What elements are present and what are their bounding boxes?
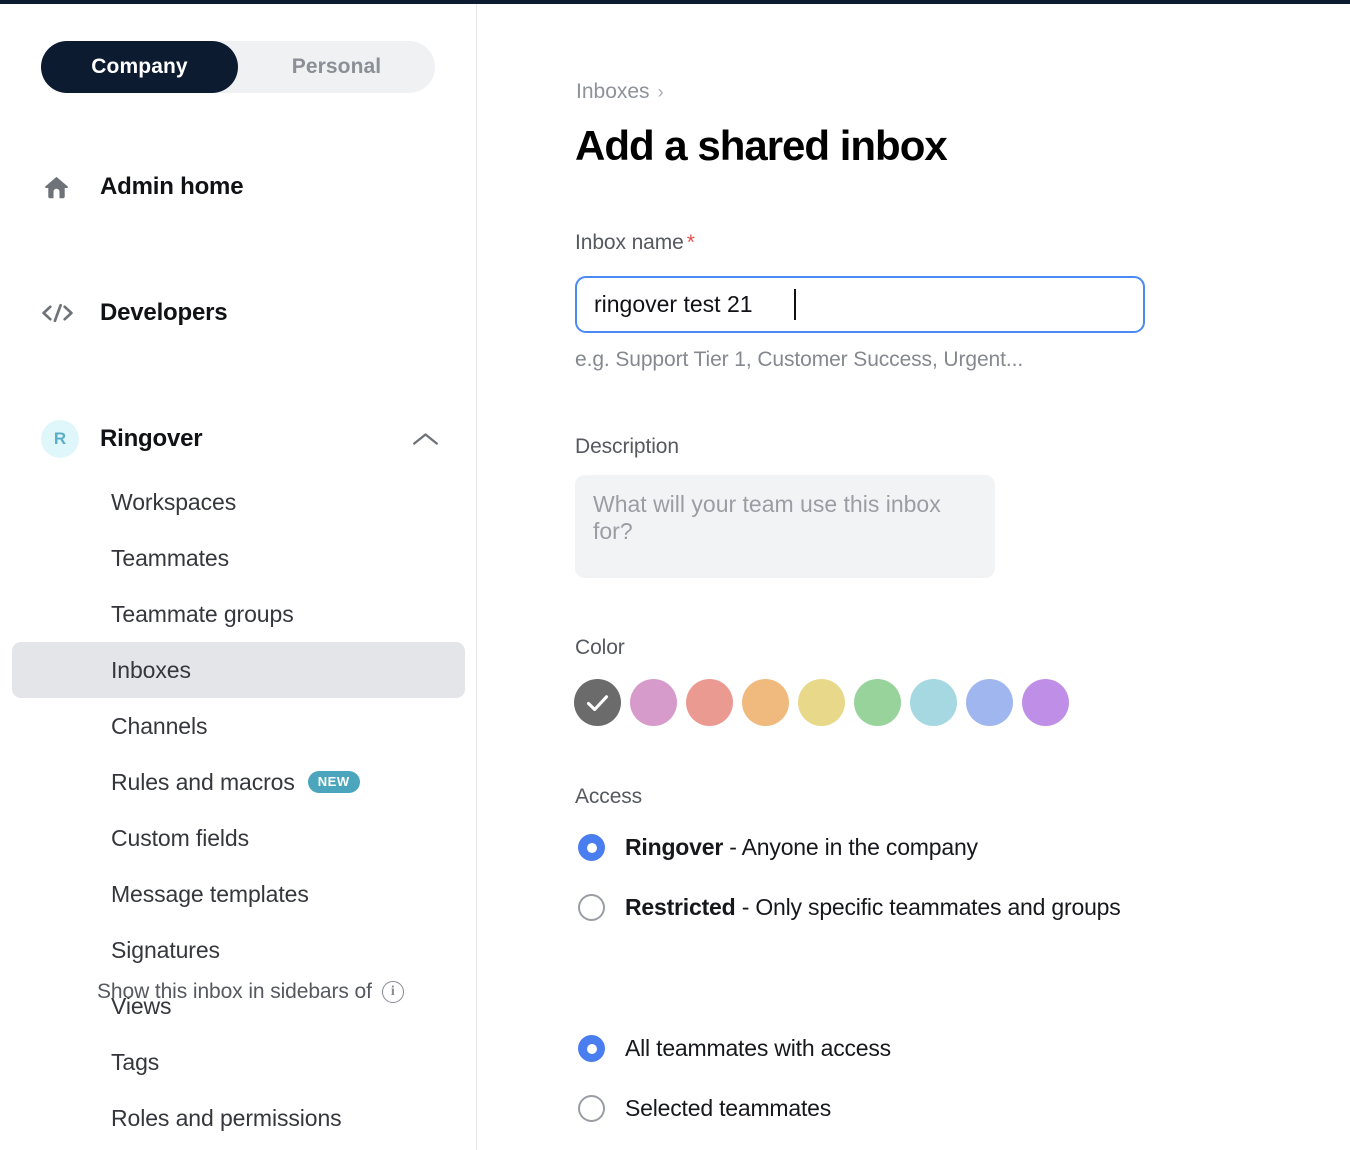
color-swatch-purple[interactable] [1022, 679, 1069, 726]
sidebar-item-tags[interactable]: Tags [12, 1034, 465, 1090]
main-content: Inboxes › Add a shared inbox Inbox name *… [478, 4, 1350, 1150]
inbox-name-label-text: Inbox name [575, 231, 684, 254]
sidebar-item-rules-and-macros[interactable]: Rules and macros NEW [12, 754, 465, 810]
inbox-name-label: Inbox name * [575, 231, 695, 255]
sidebar-item-inboxes[interactable]: Inboxes [12, 642, 465, 698]
color-swatch-periwinkle[interactable] [966, 679, 1013, 726]
radio-unselected-icon[interactable] [578, 894, 605, 921]
app-root: Company Personal Admin home Developers R… [0, 0, 1350, 1150]
sidebar-item-message-templates[interactable]: Message templates [12, 866, 465, 922]
sidebar-primary-nav: Admin home Developers [0, 154, 476, 346]
sidebar: Company Personal Admin home Developers R… [0, 4, 477, 1150]
radio-option-description: - Only specific teammates and groups [735, 894, 1121, 920]
radio-option-name: Ringover [625, 834, 724, 860]
sidebar-item-label: Tags [111, 1048, 160, 1075]
page-title: Add a shared inbox [575, 122, 948, 169]
description-textarea[interactable] [575, 475, 995, 578]
color-swatch-salmon[interactable] [686, 679, 733, 726]
radio-access-restricted[interactable]: Restricted - Only specific teammates and… [578, 894, 1121, 921]
radio-access-ringover[interactable]: Ringover - Anyone in the company [578, 834, 978, 861]
sidebar-item-label: Channels [111, 712, 208, 739]
color-swatch-light-blue[interactable] [910, 679, 957, 726]
sidebar-item-label: Teammate groups [111, 600, 294, 627]
sidebar-group-ringover[interactable]: R Ringover [0, 412, 476, 466]
tab-personal[interactable]: Personal [238, 41, 435, 93]
sidebar-item-roles-and-permissions[interactable]: Roles and permissions [12, 1090, 465, 1146]
inbox-name-hint: e.g. Support Tier 1, Customer Success, U… [575, 348, 1024, 371]
color-swatch-gray[interactable] [574, 679, 621, 726]
sidebar-item-label: Teammates [111, 544, 229, 571]
sidebar-item-label: Admin home [100, 173, 244, 200]
code-icon [41, 300, 81, 326]
radio-sidebars-selected-teammates-label: Selected teammates [625, 1095, 832, 1121]
breadcrumb-inboxes[interactable]: Inboxes [576, 80, 650, 104]
radio-sidebars-all-teammates-label: All teammates with access [625, 1035, 891, 1061]
sidebar-sub-nav: Workspaces Teammates Teammate groups Inb… [0, 474, 476, 1146]
check-icon [586, 694, 609, 711]
tab-company[interactable]: Company [41, 41, 238, 93]
chevron-up-icon[interactable] [412, 431, 439, 447]
sidebar-item-custom-fields[interactable]: Custom fields [12, 810, 465, 866]
sidebar-item-developers[interactable]: Developers [0, 280, 476, 346]
color-label: Color [575, 636, 625, 659]
breadcrumb: Inboxes › [576, 80, 664, 104]
color-swatch-pink[interactable] [630, 679, 677, 726]
sidebar-item-label: Message templates [111, 880, 309, 907]
scope-segmented-control[interactable]: Company Personal [41, 41, 435, 93]
radio-selected-icon[interactable] [578, 834, 605, 861]
sidebar-group-label: Ringover [100, 425, 203, 452]
sidebar-item-channels[interactable]: Channels [12, 698, 465, 754]
text-caret [794, 289, 796, 320]
inbox-name-input[interactable] [575, 276, 1145, 333]
sidebar-item-label: Roles and permissions [111, 1104, 342, 1131]
sidebar-item-label: Rules and macros [111, 768, 295, 795]
sidebar-item-label: Custom fields [111, 824, 250, 851]
radio-access-ringover-label: Ringover - Anyone in the company [625, 834, 978, 861]
radio-option-description: - Anyone in the company [723, 834, 978, 860]
sidebar-item-label: Signatures [111, 936, 220, 963]
radio-sidebars-all-teammates[interactable]: All teammates with access [578, 1035, 891, 1062]
sidebar-item-teammates[interactable]: Teammates [12, 530, 465, 586]
radio-sidebars-selected-teammates[interactable]: Selected teammates [578, 1095, 831, 1122]
radio-unselected-icon[interactable] [578, 1095, 605, 1122]
sidebar-item-label: Inboxes [111, 656, 191, 683]
color-swatch-green[interactable] [854, 679, 901, 726]
access-label: Access [575, 785, 643, 808]
color-swatch-yellow[interactable] [798, 679, 845, 726]
sidebar-item-signatures[interactable]: Signatures [12, 922, 465, 978]
sidebar-item-teammate-groups[interactable]: Teammate groups [12, 586, 465, 642]
home-icon [41, 173, 81, 202]
color-swatch-list [574, 679, 1069, 726]
avatar: R [41, 420, 79, 458]
sidebar-item-label: Developers [100, 299, 228, 326]
required-marker: * [686, 231, 695, 254]
sidebars-label-text: Show this inbox in sidebars of [97, 980, 372, 1003]
radio-selected-icon[interactable] [578, 1035, 605, 1062]
radio-option-name: Restricted [625, 894, 736, 920]
info-icon[interactable]: i [381, 981, 404, 1003]
sidebar-item-workspaces[interactable]: Workspaces [12, 474, 465, 530]
radio-access-restricted-label: Restricted - Only specific teammates and… [625, 894, 1121, 921]
new-badge: NEW [307, 771, 360, 793]
sidebars-label: Show this inbox in sidebars of i [97, 980, 404, 1004]
color-swatch-orange[interactable] [742, 679, 789, 726]
description-label: Description [575, 435, 679, 458]
sidebar-item-label: Workspaces [111, 488, 237, 515]
sidebar-item-admin-home[interactable]: Admin home [0, 154, 476, 220]
chevron-right-icon: › [657, 81, 664, 102]
